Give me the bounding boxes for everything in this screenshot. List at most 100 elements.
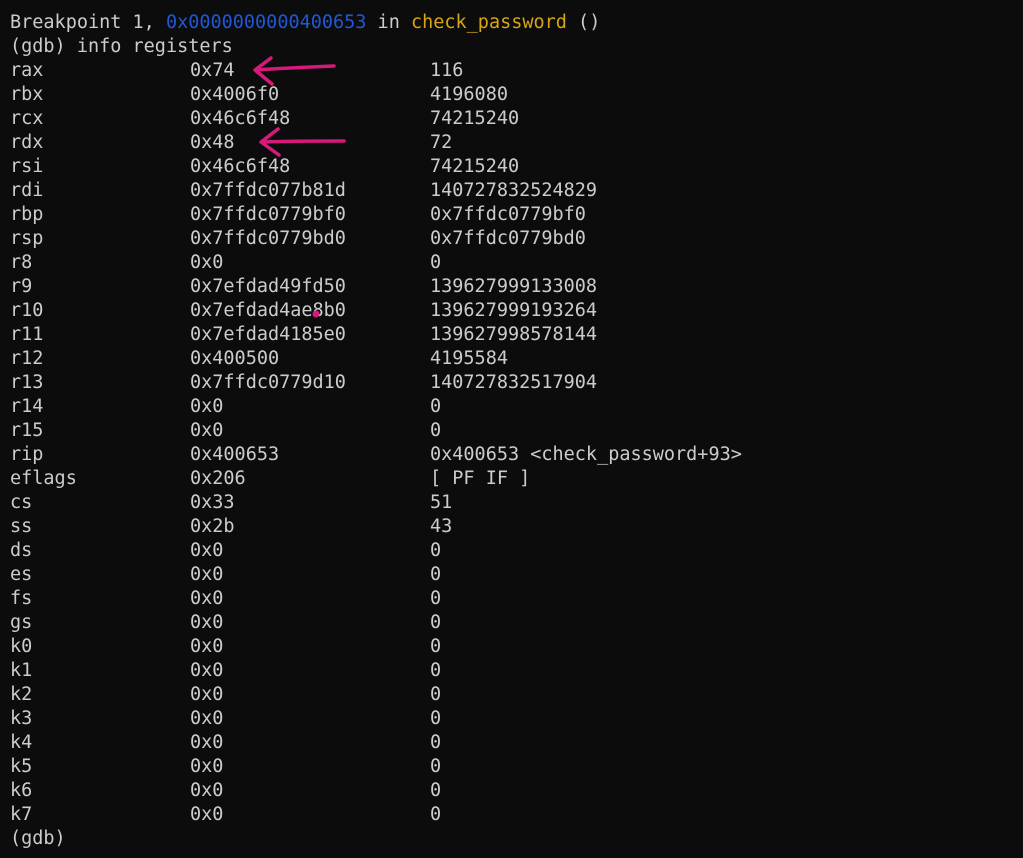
register-row-k2: k2 0x0 0 — [10, 683, 1015, 707]
register-hex: 0x7ffdc0779bd0 — [190, 228, 346, 249]
register-row-rsp: rsp 0x7ffdc0779bd0 0x7ffdc0779bd0 — [10, 227, 1015, 251]
register-hex: 0x0 — [190, 396, 224, 417]
breakpoint-prefix: Breakpoint 1, — [10, 12, 166, 33]
register-hex: 0x0 — [190, 660, 224, 681]
register-row-rdx: rdx 0x48 72 — [10, 131, 1015, 155]
register-name: k6 — [10, 780, 33, 801]
register-value: 0 — [430, 588, 442, 609]
register-row-k1: k1 0x0 0 — [10, 659, 1015, 683]
register-row-k3: k3 0x0 0 — [10, 707, 1015, 731]
register-hex: 0x206 — [190, 468, 246, 489]
register-value: 4195584 — [430, 348, 508, 369]
register-row-k0: k0 0x0 0 — [10, 635, 1015, 659]
register-name: r9 — [10, 276, 33, 297]
register-hex: 0x7ffdc0779bf0 — [190, 204, 346, 225]
register-row-r9: r9 0x7efdad49fd50 139627999133008 — [10, 275, 1015, 299]
register-hex: 0x0 — [190, 252, 224, 273]
register-row-rip: rip 0x400653 0x400653 <check_password+93> — [10, 443, 1015, 467]
register-row-rbx: rbx 0x4006f0 4196080 — [10, 83, 1015, 107]
register-value: 74215240 — [430, 108, 520, 129]
register-hex: 0x0 — [190, 588, 224, 609]
register-name: r15 — [10, 420, 44, 441]
register-hex: 0x400653 — [190, 444, 280, 465]
register-name: k2 — [10, 684, 33, 705]
register-name: k1 — [10, 660, 33, 681]
register-row-cs: cs 0x33 51 — [10, 491, 1015, 515]
register-hex: 0x7ffdc0779d10 — [190, 372, 346, 393]
register-value: 72 — [430, 132, 453, 153]
register-name: rax — [10, 60, 44, 81]
register-value: 0 — [430, 684, 442, 705]
register-row-r11: r11 0x7efdad4185e0 139627998578144 — [10, 323, 1015, 347]
register-hex: 0x0 — [190, 612, 224, 633]
register-value: 139627999133008 — [430, 276, 598, 297]
register-name: rdx — [10, 132, 44, 153]
register-value: [ PF IF ] — [430, 468, 531, 489]
register-value: 0 — [430, 396, 442, 417]
register-name: k3 — [10, 708, 33, 729]
register-value: 0 — [430, 732, 442, 753]
register-name: rsi — [10, 156, 44, 177]
register-hex: 0x46c6f48 — [190, 108, 291, 129]
register-name: r8 — [10, 252, 33, 273]
register-name: r10 — [10, 300, 44, 321]
register-row-k7: k7 0x0 0 — [10, 803, 1015, 827]
register-hex: 0x400500 — [190, 348, 280, 369]
function-parens: () — [566, 12, 601, 33]
register-row-r14: r14 0x0 0 — [10, 395, 1015, 419]
register-row-k4: k4 0x0 0 — [10, 731, 1015, 755]
function-name: check_password — [410, 12, 567, 33]
register-hex: 0x33 — [190, 492, 235, 513]
register-hex: 0x0 — [190, 780, 224, 801]
register-value: 0 — [430, 780, 442, 801]
register-hex: 0x0 — [190, 636, 224, 657]
register-name: ds — [10, 540, 33, 561]
register-hex: 0x0 — [190, 708, 224, 729]
register-hex: 0x0 — [190, 420, 224, 441]
register-row-ds: ds 0x0 0 — [10, 539, 1015, 563]
register-hex: 0x74 — [190, 60, 235, 81]
register-row-eflags: eflags 0x206 [ PF IF ] — [10, 467, 1015, 491]
register-value: 0 — [430, 708, 442, 729]
register-name: k7 — [10, 804, 33, 825]
register-name: r11 — [10, 324, 44, 345]
register-value: 0 — [430, 636, 442, 657]
register-value: 0 — [430, 756, 442, 777]
register-value: 0x7ffdc0779bf0 — [430, 204, 586, 225]
register-value: 140727832517904 — [430, 372, 598, 393]
register-hex: 0x2b — [190, 516, 235, 537]
register-name: r14 — [10, 396, 44, 417]
register-name: k4 — [10, 732, 33, 753]
register-name: rip — [10, 444, 44, 465]
gdb-prompt-footer: (gdb) — [10, 828, 66, 849]
register-name: k5 — [10, 756, 33, 777]
register-table: rax 0x74 116 rbx 0x4006f0 4196080 rcx 0x46c6f48… — [10, 59, 1015, 827]
register-value: 0 — [430, 564, 442, 585]
register-value: 140727832524829 — [430, 180, 598, 201]
register-row-r15: r15 0x0 0 — [10, 419, 1015, 443]
register-name: cs — [10, 492, 33, 513]
command-text: info registers — [65, 36, 233, 57]
footer-prompt-line[interactable]: (gdb) — [10, 827, 1015, 851]
gdb-prompt: (gdb) — [10, 36, 66, 57]
register-hex: 0x0 — [190, 756, 224, 777]
register-hex: 0x7ffdc077b81d — [190, 180, 346, 201]
register-row-rsi: rsi 0x46c6f48 74215240 — [10, 155, 1015, 179]
register-hex: 0x7efdad49fd50 — [190, 276, 346, 297]
register-row-k6: k6 0x0 0 — [10, 779, 1015, 803]
register-value: 74215240 — [430, 156, 520, 177]
register-name: ss — [10, 516, 33, 537]
register-hex: 0x7efdad4185e0 — [190, 324, 346, 345]
register-hex: 0x48 — [190, 132, 235, 153]
register-value: 0x400653 <check_password+93> — [430, 444, 742, 465]
register-row-r12: r12 0x400500 4195584 — [10, 347, 1015, 371]
register-value: 43 — [430, 516, 453, 537]
register-row-rcx: rcx 0x46c6f48 74215240 — [10, 107, 1015, 131]
register-hex: 0x7efdad4ae8b0 — [190, 300, 346, 321]
register-hex: 0x0 — [190, 564, 224, 585]
register-name: fs — [10, 588, 33, 609]
register-value: 0 — [430, 660, 442, 681]
register-value: 0x7ffdc0779bd0 — [430, 228, 586, 249]
terminal-output: Breakpoint 1, 0x0000000000400653 in chec… — [10, 0, 1015, 851]
register-row-rax: rax 0x74 116 — [10, 59, 1015, 83]
